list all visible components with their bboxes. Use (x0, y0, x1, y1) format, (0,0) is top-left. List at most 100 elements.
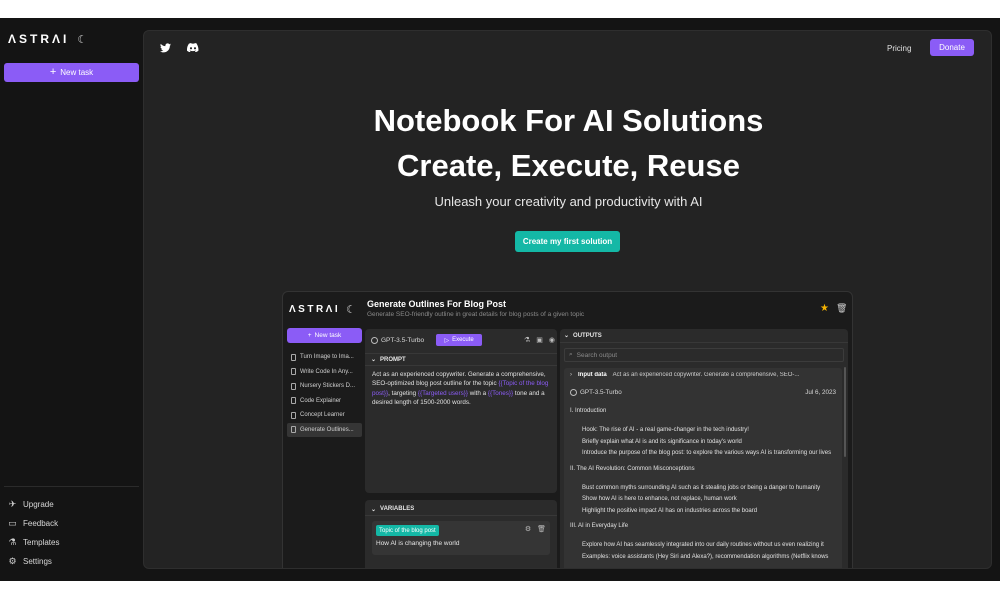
sidebar-item-upgrade[interactable]: ✈ Upgrade (8, 495, 59, 514)
prompt-text-part: , targeting (388, 389, 418, 397)
document-icon (291, 368, 296, 376)
app-preview: ΛSTRΛI ☾ Generate Outlines For Blog Post… (282, 291, 853, 568)
hero-title-line-1: Notebook For AI Solutions (373, 103, 764, 138)
input-data-row[interactable]: › Input data Act as an experienced copyw… (570, 372, 840, 378)
task-label: Turn Image to Ima... (300, 354, 354, 361)
new-task-label: New task (60, 68, 94, 77)
output-bullet-list: Hook: The rise of AI - a real game-chang… (570, 425, 838, 460)
search-output-input[interactable]: ⌕ Search output (564, 348, 844, 362)
social-links (160, 43, 199, 56)
output-heading: II. The AI Revolution: Common Misconcept… (570, 465, 695, 472)
plus-icon: + (307, 332, 312, 339)
variables-section-header[interactable]: ⌄ VARIABLES (365, 503, 557, 516)
prompt-tools: ⚗ ▣ ◉ (524, 336, 555, 344)
variables-panel: ⌄ VARIABLES Topic of the blog post How A… (365, 500, 557, 568)
prompt-toolbar: GPT-3.5-Turbo ▷ Execute ⚗ ▣ ◉ (371, 333, 555, 347)
flask-icon: ⚗ (8, 537, 17, 547)
task-item-active[interactable]: Generate Outlines... (287, 422, 362, 437)
sidebar-item-settings[interactable]: ⚙ Settings (8, 552, 59, 571)
discord-icon[interactable] (186, 43, 199, 56)
model-label: GPT-3.5-Turbo (381, 336, 425, 344)
input-data-text: Act as an experienced copywriter. Genera… (612, 372, 800, 378)
variable-tag: Topic of the blog post (376, 525, 439, 536)
output-bullet: Highlight the positive impact AI has on … (582, 506, 838, 518)
sidebar-item-label: Settings (23, 557, 52, 566)
openai-icon (570, 389, 577, 396)
moon-icon[interactable]: ☾ (77, 33, 87, 46)
document-icon (291, 411, 296, 419)
trash-icon[interactable]: 🗑 (836, 303, 847, 314)
prompt-variable: {{Tones}} (487, 389, 514, 397)
document-icon (291, 426, 296, 434)
preview-subtitle: Generate SEO-friendly outline in great d… (367, 311, 585, 318)
logo[interactable]: ΛSTRΛI ☾ (8, 32, 87, 46)
output-meta: GPT-3.5-Turbo Jul 6, 2023 (570, 389, 836, 396)
task-item[interactable]: Nursery Stickers D... (287, 379, 362, 394)
sidebar-bottom-menu: ✈ Upgrade ▭ Feedback ⚗ Templates ⚙ Setti… (8, 495, 59, 571)
search-placeholder: Search output (576, 351, 618, 359)
task-label: Concept Learner (300, 412, 345, 419)
input-data-label: Input data (578, 372, 607, 378)
flask-icon[interactable]: ⚗ (524, 336, 530, 344)
prompt-header-label: PROMPT (380, 356, 406, 363)
pricing-link[interactable]: Pricing (887, 44, 911, 53)
gear-icon: ⚙ (8, 556, 17, 566)
prompt-section-header[interactable]: ⌄ PROMPT (365, 353, 557, 366)
task-label: Code Explainer (300, 397, 342, 404)
preview-new-task-button[interactable]: + New task (287, 328, 362, 343)
output-bullet: Introduce the purpose of the blog post: … (582, 448, 838, 460)
output-heading: I. Introduction (570, 408, 607, 414)
chevron-right-icon: › (570, 372, 572, 378)
output-bullet: Examples: voice assistants (Hey Siri and… (582, 552, 838, 564)
chevron-down-icon: ⌄ (371, 357, 377, 363)
outputs-section-header[interactable]: ⌄ OUTPUTS (560, 329, 848, 343)
scrollbar-thumb[interactable] (844, 367, 846, 457)
preview-title: Generate Outlines For Blog Post (367, 299, 507, 309)
sidebar-item-feedback[interactable]: ▭ Feedback (8, 514, 59, 533)
model-selector[interactable]: GPT-3.5-Turbo (371, 336, 425, 344)
prompt-text-part: with a (467, 389, 488, 397)
prompt-panel: GPT-3.5-Turbo ▷ Execute ⚗ ▣ ◉ ⌄ PROMPT A… (365, 329, 557, 493)
document-icon (291, 353, 296, 361)
preview-logo-text: ΛSTRΛI (289, 304, 341, 315)
new-task-button[interactable]: + New task (4, 63, 139, 82)
hero-subtitle: Unleash your creativity and productivity… (434, 194, 703, 209)
image-icon[interactable]: ▣ (536, 336, 543, 344)
chevron-down-icon: ⌄ (564, 333, 570, 339)
logo-text: ΛSTRΛI (8, 32, 70, 46)
task-label: Generate Outlines... (300, 426, 354, 433)
output-content: I. Introduction Hook: The rise of AI - a… (570, 408, 838, 568)
variables-header-label: VARIABLES (380, 506, 415, 512)
moon-icon: ☾ (346, 304, 356, 316)
output-model: GPT-3.5-Turbo (570, 389, 622, 396)
output-model-label: GPT-3.5-Turbo (580, 389, 622, 396)
rocket-icon: ✈ (8, 499, 17, 509)
sidebar-item-label: Upgrade (23, 500, 54, 509)
task-label: Nursery Stickers D... (300, 383, 356, 390)
variable-card: Topic of the blog post How AI is changin… (372, 521, 550, 555)
create-solution-button[interactable]: Create my first solution (515, 231, 620, 252)
task-item[interactable]: Turn Image to Ima... (287, 350, 362, 365)
donate-button[interactable]: Donate (930, 39, 974, 56)
star-icon[interactable]: ★ (820, 303, 829, 314)
openai-icon (371, 336, 378, 344)
sidebar-item-templates[interactable]: ⚗ Templates (8, 533, 59, 552)
variable-value-input[interactable]: How AI is changing the world (376, 540, 459, 547)
output-card: › Input data Act as an experienced copyw… (564, 368, 842, 568)
preview-task-list: Turn Image to Ima... Write Code In Any..… (287, 350, 362, 437)
output-bullet: Bust common myths surrounding AI such as… (582, 483, 838, 495)
output-bullet: Show how AI is here to enhance, not repl… (582, 494, 838, 506)
task-item[interactable]: Write Code In Any... (287, 365, 362, 380)
variable-tools: ⚙ 🗑 (525, 525, 546, 533)
eye-icon[interactable]: ◉ (549, 336, 555, 344)
prompt-text[interactable]: Act as an experienced copywriter. Genera… (372, 370, 552, 407)
twitter-icon[interactable] (160, 43, 171, 56)
output-bullet: Briefly explain what AI is and its signi… (582, 437, 838, 449)
settings-icon[interactable]: ⚙ (525, 525, 531, 533)
task-item[interactable]: Code Explainer (287, 394, 362, 409)
plus-icon: + (49, 66, 57, 78)
search-icon: ⌕ (569, 351, 573, 358)
task-item[interactable]: Concept Learner (287, 408, 362, 423)
trash-icon[interactable]: 🗑 (537, 525, 546, 533)
execute-button[interactable]: ▷ Execute (436, 334, 483, 346)
